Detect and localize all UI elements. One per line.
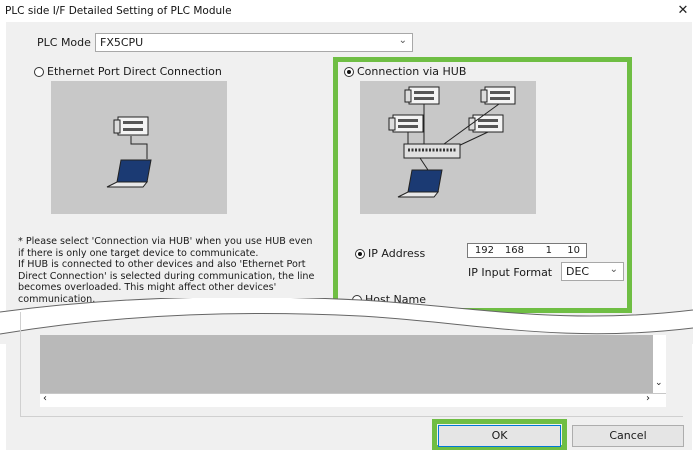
direct-connection-illustration <box>51 81 227 214</box>
group-border-left <box>20 312 21 417</box>
chevron-left-icon[interactable]: ‹ <box>43 393 47 404</box>
cancel-button[interactable]: Cancel <box>572 425 684 447</box>
plc-icon <box>388 114 424 133</box>
plc-mode-select[interactable]: FX5CPU ⌄ <box>95 33 413 52</box>
chevron-down-icon: ⌄ <box>609 264 618 275</box>
ip-octet-3[interactable]: 1 <box>528 245 552 256</box>
ip-format-value: DEC <box>566 265 590 278</box>
hub-connection-illustration <box>360 81 536 214</box>
connection-list-area[interactable] <box>40 335 653 393</box>
note-line: Direct Connection' is selected during co… <box>18 270 315 282</box>
chevron-right-icon[interactable]: › <box>646 393 650 404</box>
ip-address-field[interactable]: 192 168 1 10 <box>467 243 587 258</box>
chevron-down-icon: ⌄ <box>398 35 407 46</box>
hub-connection-label: Connection via HUB <box>357 65 467 78</box>
horizontal-scrollbar[interactable]: ‹ › <box>40 393 666 407</box>
ip-format-label: IP Input Format <box>468 266 553 279</box>
chevron-down-icon[interactable]: ⌄ <box>655 378 663 388</box>
plc-icon <box>113 116 149 136</box>
hub-connection-diagram <box>388 86 516 198</box>
note-line: If HUB is connected to other devices and… <box>18 259 306 271</box>
laptop-icon <box>106 159 152 188</box>
window-title: PLC side I/F Detailed Setting of PLC Mod… <box>5 5 232 17</box>
plc-mode-label: PLC Mode <box>37 36 91 49</box>
ip-address-radio[interactable] <box>355 249 365 259</box>
ip-octet-2[interactable]: 168 <box>500 245 524 256</box>
direct-connection-radio[interactable] <box>34 67 44 77</box>
laptop-icon <box>397 169 443 198</box>
note-line: * Please select 'Connection via HUB' whe… <box>18 236 313 247</box>
plc-icon <box>404 86 440 105</box>
plc-icon <box>480 86 516 105</box>
group-border-bottom <box>20 416 683 417</box>
direct-connection-diagram <box>106 116 152 188</box>
note-line: becomes overloaded. This might affect ot… <box>18 282 277 294</box>
plc-mode-value: FX5CPU <box>100 36 144 49</box>
ip-octet-1[interactable]: 192 <box>470 245 494 256</box>
direct-connection-label: Ethernet Port Direct Connection <box>47 65 222 78</box>
ip-octet-4[interactable]: 10 <box>556 245 580 256</box>
hub-icon <box>403 143 461 159</box>
note-line: if there is only one target device to co… <box>18 247 259 259</box>
ip-address-label: IP Address <box>368 247 426 260</box>
close-icon[interactable]: ✕ <box>674 2 692 20</box>
ok-button[interactable]: OK <box>438 425 561 447</box>
plc-icon <box>468 114 504 133</box>
hub-connection-radio[interactable] <box>344 67 354 77</box>
ip-format-select[interactable]: DEC ⌄ <box>561 262 624 281</box>
vertical-scrollbar[interactable]: ⌄ <box>653 335 666 393</box>
